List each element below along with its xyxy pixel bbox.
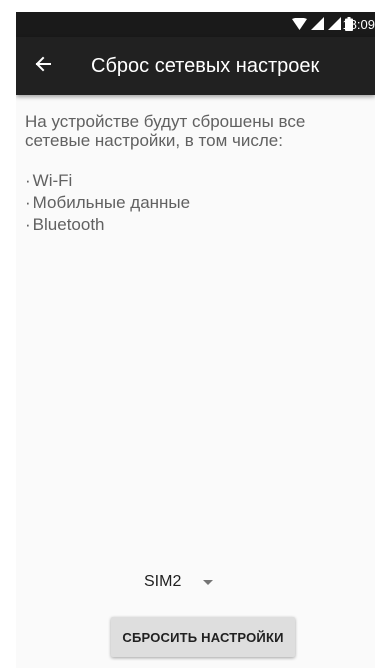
screen-frame-left [0, 0, 16, 668]
intro-text: На устройстве будут сброшены все сетевые… [25, 112, 306, 150]
dropdown-arrow-icon [203, 579, 214, 585]
reset-description: На устройстве будут сброшены все сетевые… [25, 112, 365, 236]
page-title: Сброс сетевых настроек [91, 55, 320, 77]
bullet: · [25, 215, 31, 234]
signal-icon [311, 17, 324, 33]
status-time: 18:09 [342, 17, 375, 32]
app-bar: Сброс сетевых настроек [16, 37, 375, 95]
sim-select-value: SIM2 [144, 573, 182, 590]
list-item: · Мобильные данные [25, 192, 365, 214]
list-item-label: Мобильные данные [32, 193, 191, 212]
signal-icon [328, 17, 341, 33]
wifi-icon [292, 17, 307, 33]
list-item: · Wi-Fi [25, 170, 365, 192]
phone-screen: 18:09 Сброс сетевых настроек На устройст… [16, 12, 375, 668]
arrow-back-icon [35, 56, 51, 76]
screen-frame-top [0, 0, 380, 12]
reset-items-list: · Wi-Fi · Мобильные данные · Bluetooth [25, 170, 365, 236]
bullet: · [25, 193, 31, 212]
list-item-label: Wi-Fi [32, 171, 73, 190]
reset-settings-button[interactable]: СБРОСИТЬ НАСТРОЙКИ [111, 617, 295, 657]
status-bar: 18:09 [16, 12, 375, 37]
screen-frame-right [375, 0, 380, 668]
list-item-label: Bluetooth [32, 215, 105, 234]
list-item: · Bluetooth [25, 214, 365, 236]
bullet: · [25, 171, 31, 190]
sim-select[interactable]: SIM2 [144, 570, 214, 594]
back-button[interactable] [28, 51, 58, 81]
